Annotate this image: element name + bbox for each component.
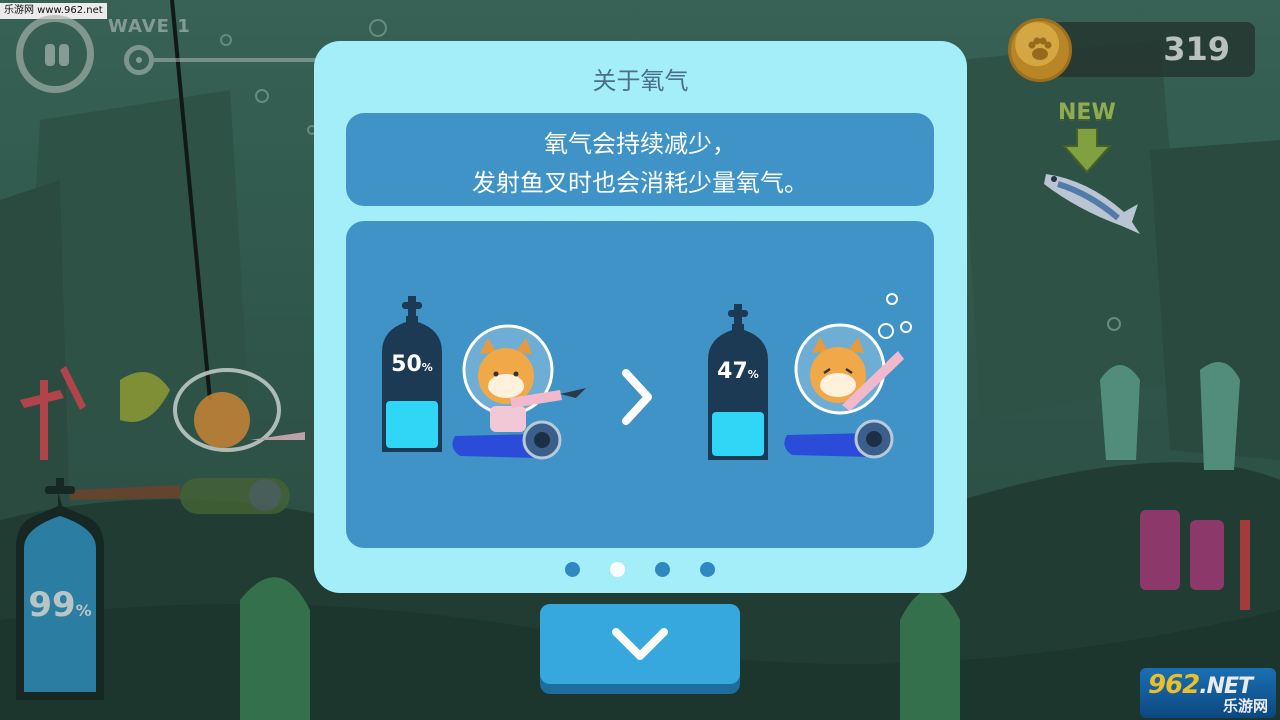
page-dot-2[interactable] bbox=[610, 562, 625, 577]
description-line-1: 氧气会持续减少， bbox=[544, 130, 736, 158]
chevron-right-icon bbox=[622, 369, 652, 425]
description-line-2: 发射鱼叉时也会消耗少量氧气。 bbox=[472, 169, 808, 197]
next-page-button[interactable] bbox=[540, 604, 740, 694]
oxygen-tank-after-fill bbox=[712, 412, 764, 456]
cat-diver-recoil-illustration bbox=[784, 293, 912, 459]
oxygen-after-value: 47 bbox=[717, 359, 748, 384]
next-page-button-face bbox=[540, 604, 740, 684]
oxygen-tank-after-label: 47% bbox=[703, 359, 773, 384]
page-dot-3[interactable] bbox=[655, 562, 670, 577]
oxygen-after-unit: % bbox=[747, 368, 759, 381]
oxygen-before-unit: % bbox=[421, 361, 433, 374]
chevron-down-icon bbox=[612, 628, 668, 660]
dialog-title: 关于氧气 bbox=[592, 67, 689, 95]
page-dot-4[interactable] bbox=[700, 562, 715, 577]
oxygen-tank-before-label: 50% bbox=[377, 352, 447, 377]
oxygen-tank-before-fill bbox=[386, 401, 438, 448]
description-panel: 氧气会持续减少， 发射鱼叉时也会消耗少量氧气。 bbox=[346, 113, 934, 206]
oxygen-before-value: 50 bbox=[391, 352, 422, 377]
illustration-panel: 50% 47% bbox=[346, 221, 934, 548]
page-indicator bbox=[314, 560, 967, 580]
oxygen-info-dialog: 关于氧气 氧气会持续减少， 发射鱼叉时也会消耗少量氧气。 50% 47% bbox=[314, 41, 967, 593]
cat-diver-firing-illustration bbox=[452, 324, 586, 460]
oxygen-tank-after bbox=[708, 304, 768, 460]
page-dot-1[interactable] bbox=[565, 562, 580, 577]
